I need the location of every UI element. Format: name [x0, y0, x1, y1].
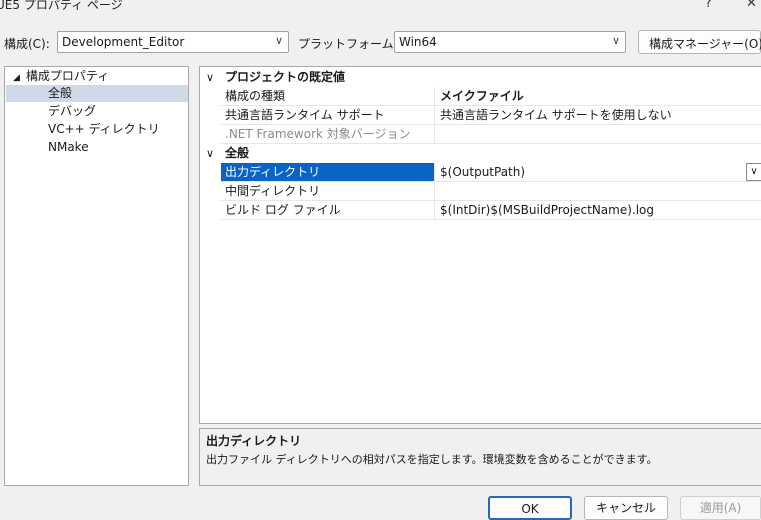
collapse-chevron-icon[interactable]: ∨	[206, 68, 214, 87]
property-value[interactable]	[436, 125, 761, 143]
property-name[interactable]: 出力ディレクトリ	[221, 163, 435, 181]
property-name[interactable]: 構成の種類	[221, 87, 435, 105]
property-row[interactable]: ビルド ログ ファイル $(IntDir)$(MSBuildProjectNam…	[221, 201, 761, 220]
property-value[interactable]: $(OutputPath) ∨	[436, 163, 761, 181]
property-name[interactable]: 共通言語ランタイム サポート	[221, 106, 435, 124]
expand-triangle-icon[interactable]: ◢	[13, 73, 20, 83]
help-button[interactable]: ?	[705, 0, 712, 11]
category-label: 全般	[225, 146, 250, 160]
category-project-defaults[interactable]: ∨ プロジェクトの既定値	[200, 68, 761, 87]
apply-button[interactable]: 適用(A)	[680, 496, 761, 520]
cancel-button[interactable]: キャンセル	[584, 496, 668, 520]
property-value-text: $(OutputPath)	[440, 165, 526, 179]
property-value[interactable]: $(IntDir)$(MSBuildProjectName).log	[436, 201, 761, 219]
property-row[interactable]: 中間ディレクトリ	[221, 182, 761, 201]
platform-combo-value: Win64	[399, 35, 437, 49]
config-combo[interactable]: Development_Editor ∨	[57, 31, 289, 53]
tree-item-debugging[interactable]: デバッグ	[6, 103, 188, 120]
property-tree[interactable]: ◢ 構成プロパティ 全般 デバッグ VC++ ディレクトリ NMake	[4, 66, 189, 486]
property-row-selected[interactable]: 出力ディレクトリ $(OutputPath) ∨	[221, 163, 761, 182]
category-general[interactable]: ∨ 全般	[200, 144, 761, 163]
property-grid[interactable]: ∨ プロジェクトの既定値 構成の種類 メイクファイル 共通言語ランタイム サポー…	[199, 66, 761, 424]
ok-button[interactable]: OK	[488, 496, 572, 520]
title-bar: UE5 プロパティ ページ ? ✕	[0, 0, 761, 22]
config-manager-label: 構成マネージャー(O)...	[649, 37, 761, 51]
config-label: 構成(C):	[4, 37, 50, 51]
close-button[interactable]: ✕	[746, 0, 757, 11]
property-row[interactable]: 構成の種類 メイクファイル	[221, 87, 761, 106]
config-manager-button[interactable]: 構成マネージャー(O)...	[638, 30, 761, 54]
tree-item-config-properties[interactable]: ◢ 構成プロパティ	[13, 68, 109, 85]
description-pane: 出力ディレクトリ 出力ファイル ディレクトリへの相対パスを指定します。環境変数を…	[199, 428, 761, 486]
config-combo-value: Development_Editor	[62, 35, 185, 49]
tree-item-general[interactable]: 全般	[6, 85, 188, 102]
window-title: UE5 プロパティ ページ	[0, 0, 123, 12]
platform-combo[interactable]: Win64 ∨	[394, 31, 626, 53]
collapse-chevron-icon[interactable]: ∨	[206, 144, 214, 163]
property-value[interactable]	[436, 182, 761, 200]
tree-item-nmake[interactable]: NMake	[6, 139, 188, 156]
category-label: プロジェクトの既定値	[225, 70, 346, 84]
chevron-down-icon: ∨	[611, 34, 620, 47]
tree-item-vc-directories[interactable]: VC++ ディレクトリ	[6, 121, 188, 138]
description-text: 出力ファイル ディレクトリへの相対パスを指定します。環境変数を含めることができま…	[206, 453, 658, 466]
property-name[interactable]: .NET Framework 対象バージョン	[221, 125, 435, 143]
property-row[interactable]: 共通言語ランタイム サポート 共通言語ランタイム サポートを使用しない	[221, 106, 761, 125]
property-value[interactable]: メイクファイル	[436, 87, 761, 105]
property-name[interactable]: ビルド ログ ファイル	[221, 201, 435, 219]
property-value[interactable]: 共通言語ランタイム サポートを使用しない	[436, 106, 761, 124]
property-row[interactable]: .NET Framework 対象バージョン	[221, 125, 761, 144]
value-dropdown-button[interactable]: ∨	[746, 163, 761, 181]
chevron-down-icon: ∨	[274, 34, 283, 47]
tree-root-label: 構成プロパティ	[25, 69, 110, 83]
property-name[interactable]: 中間ディレクトリ	[221, 182, 435, 200]
description-title: 出力ディレクトリ	[206, 434, 302, 448]
